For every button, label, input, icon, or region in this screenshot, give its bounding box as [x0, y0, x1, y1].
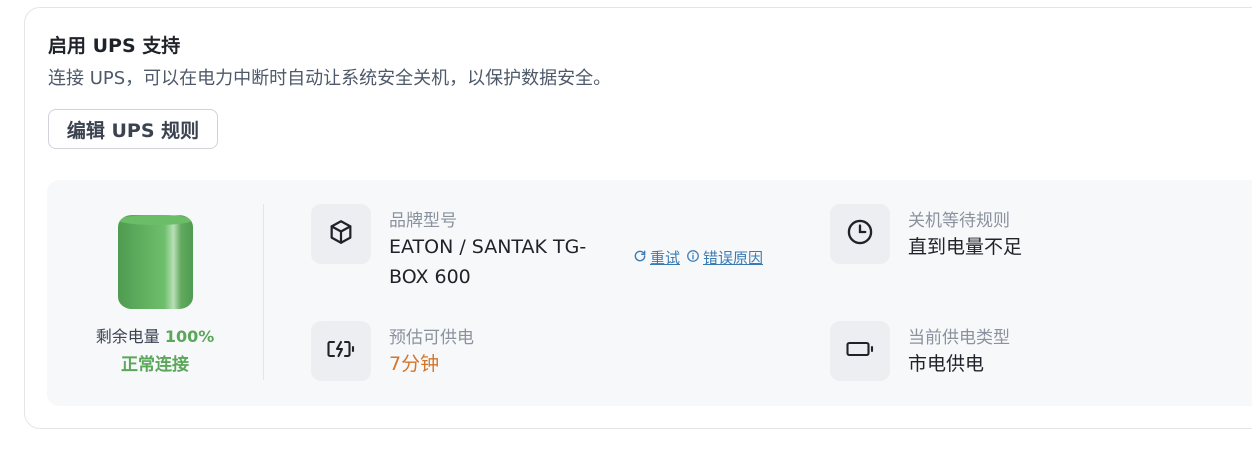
retry-link[interactable]: 重试	[633, 247, 680, 268]
section-description: 连接 UPS，可以在电力中断时自动让系统安全关机，以保护数据安全。	[48, 68, 612, 89]
model-actions: 重试 错误原因	[633, 247, 763, 268]
ups-settings-card: 启用 UPS 支持 连接 UPS，可以在电力中断时自动让系统安全关机，以保护数据…	[24, 7, 1252, 429]
runtime-label: 预估可供电	[389, 328, 474, 348]
power-source-value: 市电供电	[908, 353, 985, 375]
retry-link-label: 重试	[650, 249, 681, 267]
error-reason-link-label: 错误原因	[703, 249, 764, 267]
connection-status: 正常连接	[121, 355, 189, 375]
runtime-value: 7分钟	[389, 353, 440, 375]
info-icon	[686, 249, 700, 267]
power-source-icon-box	[830, 321, 890, 381]
shutdown-rule-icon-box	[830, 204, 890, 264]
power-source-label: 当前供电类型	[908, 328, 1010, 348]
box-icon	[327, 218, 355, 250]
refresh-icon	[633, 249, 647, 267]
model-value: EATON / SANTAK TG- BOX 600	[389, 232, 586, 292]
shutdown-rule-value: 直到电量不足	[908, 236, 1023, 258]
section-title: 启用 UPS 支持	[48, 35, 181, 57]
clock-icon	[846, 218, 874, 250]
runtime-icon-box	[311, 321, 371, 381]
ups-status-panel: 剩余电量 100% 正常连接 品牌型号 EATON / SANTAK TG- B…	[47, 180, 1252, 406]
divider	[263, 204, 264, 380]
shutdown-rule-label: 关机等待规则	[908, 211, 1010, 231]
model-value-line1: EATON / SANTAK TG-	[389, 236, 587, 258]
edit-ups-rules-button[interactable]: 编辑 UPS 规则	[48, 109, 218, 149]
battery-level-icon	[118, 215, 193, 309]
remaining-charge: 剩余电量 100%	[47, 323, 263, 347]
remaining-charge-label: 剩余电量	[95, 327, 160, 346]
error-reason-link[interactable]: 错误原因	[686, 247, 763, 268]
remaining-charge-percent: 100%	[164, 327, 215, 346]
battery-icon	[845, 338, 875, 364]
battery-charging-icon	[326, 338, 356, 364]
model-label: 品牌型号	[389, 211, 457, 231]
model-value-line2: BOX 600	[389, 266, 471, 288]
model-icon-box	[311, 204, 371, 264]
